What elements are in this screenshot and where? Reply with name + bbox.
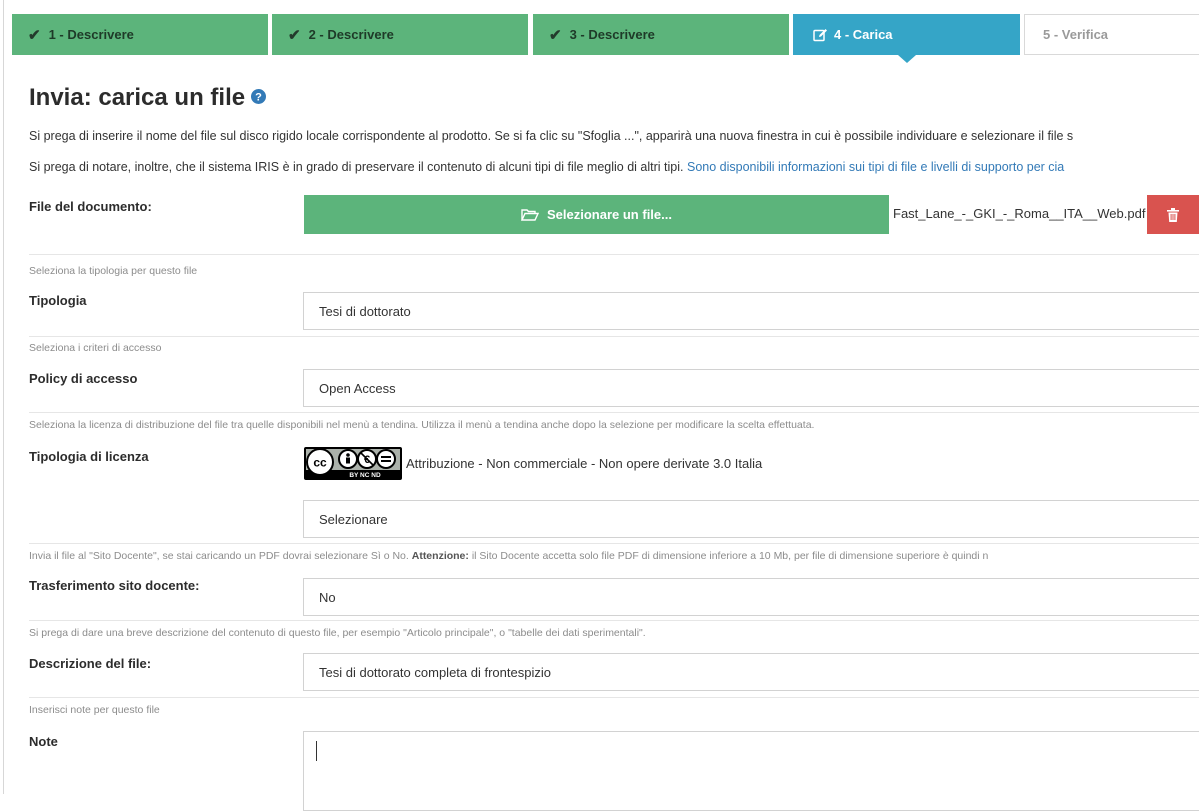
file-types-link[interactable]: Sono disponibili informazioni sui tipi d… [687, 160, 1064, 174]
text-cursor [316, 741, 317, 761]
divider [29, 412, 1199, 413]
select-file-label: Selezionare un file... [547, 207, 672, 222]
policy-select[interactable]: Open Access [303, 369, 1199, 407]
sito-value: No [319, 589, 336, 605]
badge-label: BY NC ND [349, 472, 381, 479]
divider [29, 620, 1199, 621]
license-select-value: Selezionare [319, 511, 388, 527]
descrizione-value: Tesi di dottorato completa di frontespiz… [319, 664, 551, 680]
divider [29, 254, 1199, 255]
licenza-label: Tipologia di licenza [29, 449, 149, 464]
step-label: 2 - Descrivere [308, 27, 394, 42]
policy-hint: Seleziona i criteri di accesso [29, 342, 162, 354]
page-title-text: Invia: carica un file [29, 84, 246, 111]
step-1[interactable]: ✔ 1 - Descrivere [12, 14, 268, 55]
sito-select[interactable]: No [303, 578, 1199, 616]
policy-label: Policy di accesso [29, 371, 138, 386]
step-4[interactable]: 4 - Carica [793, 14, 1020, 63]
step-2[interactable]: ✔ 2 - Descrivere [272, 14, 528, 55]
page-title: Invia: carica un file? [29, 83, 267, 113]
check-icon: ✔ [288, 26, 301, 44]
creative-commons-badge: cc € BY NC ND [304, 447, 402, 480]
note-textarea[interactable] [303, 731, 1199, 811]
tipologia-hint: Seleziona la tipologia per questo file [29, 265, 198, 277]
question-circle-icon[interactable]: ? [251, 83, 267, 111]
tipologia-select[interactable]: Tesi di dottorato [303, 292, 1199, 330]
folder-open-icon [521, 208, 539, 221]
intro-text-1: Si prega di inserire il nome del file su… [29, 129, 1074, 143]
note-hint: Inserisci note per questo file [29, 704, 160, 716]
sito-hint-a: Invia il file al "Sito Docente", se stai… [29, 550, 409, 562]
license-select[interactable]: Selezionare [303, 500, 1199, 538]
step-label: 1 - Descrivere [48, 27, 134, 42]
licenza-hint: Seleziona la licenza di distribuzione de… [29, 419, 815, 431]
left-border [3, 0, 4, 794]
policy-value: Open Access [319, 380, 396, 396]
edit-icon [813, 28, 828, 42]
intro-text-2-main: Si prega di notare, inoltre, che il sist… [29, 160, 684, 174]
intro-text-2: Si prega di notare, inoltre, che il sist… [29, 160, 1064, 174]
divider [29, 697, 1199, 698]
tipologia-label: Tipologia [29, 293, 87, 308]
trash-icon [1167, 207, 1179, 222]
note-label: Note [29, 734, 58, 749]
sito-hint-bold: Attenzione: [411, 550, 469, 562]
svg-text:?: ? [255, 91, 262, 103]
step-5[interactable]: 5 - Verifica [1024, 14, 1199, 55]
descrizione-label: Descrizione del file: [29, 656, 152, 671]
sito-hint-b: il Sito Docente accetta solo file PDF di… [471, 550, 989, 562]
svg-text:cc: cc [313, 456, 327, 470]
license-name: Attribuzione - Non commerciale - Non ope… [406, 456, 763, 471]
step-label: 3 - Descrivere [569, 27, 655, 42]
tipologia-value: Tesi di dottorato [319, 303, 411, 319]
divider [29, 543, 1199, 544]
delete-file-button[interactable] [1147, 195, 1199, 234]
step-label: 5 - Verifica [1043, 27, 1109, 42]
selected-file-name: Fast_Lane_-_GKI_-_Roma__ITA__Web.pdf [893, 206, 1146, 221]
descrizione-hint: Si prega di dare una breve descrizione d… [29, 627, 646, 639]
check-icon: ✔ [28, 26, 41, 44]
sito-label: Trasferimento sito docente: [29, 578, 200, 593]
select-file-button[interactable]: Selezionare un file... [304, 195, 889, 234]
descrizione-input[interactable]: Tesi di dottorato completa di frontespiz… [303, 653, 1199, 691]
step-label: 4 - Carica [834, 27, 893, 42]
step-3[interactable]: ✔ 3 - Descrivere [533, 14, 789, 55]
file-label: File del documento: [29, 199, 152, 214]
divider [29, 336, 1199, 337]
check-icon: ✔ [549, 26, 562, 44]
sito-hint: Invia il file al "Sito Docente", se stai… [29, 550, 988, 562]
